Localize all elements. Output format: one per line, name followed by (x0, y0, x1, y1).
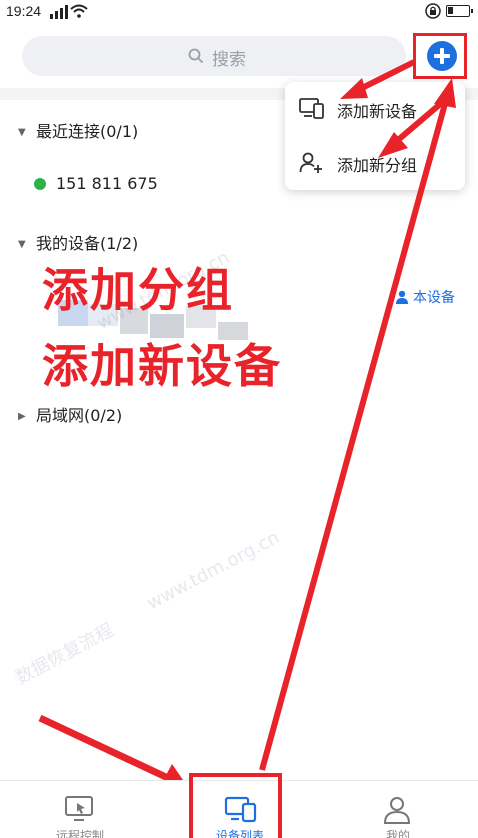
profile-icon (382, 795, 412, 829)
section-my-devices[interactable]: ▼ 我的设备(1/2) (18, 230, 138, 254)
menu-item-add-group-label: 添加新分组 (337, 156, 418, 175)
lock-icon (425, 3, 441, 23)
section-lan[interactable]: ▶ 局域网(0/2) (18, 402, 122, 426)
caret-down-icon: ▼ (18, 239, 26, 250)
menu-item-add-device-label: 添加新设备 (337, 102, 418, 121)
annotation-text-add-group: 添加分组 (42, 263, 234, 317)
battery-icon (446, 5, 473, 17)
watermark: 数据恢复流程 (12, 619, 118, 689)
watermark: www.tdm.org.cn (143, 526, 283, 615)
search-bar[interactable]: 搜索 (22, 36, 406, 76)
add-button-highlight (413, 33, 467, 79)
menu-item-add-group[interactable]: 添加新分组 (285, 136, 465, 190)
annotation-text-add-device: 添加新设备 (42, 339, 282, 393)
tab-mine[interactable]: 我的 (338, 781, 458, 838)
add-popup-menu: 添加新设备 添加新分组 (285, 82, 465, 190)
status-bar: 19:24 (0, 0, 478, 24)
plus-circle-icon[interactable] (427, 41, 457, 71)
device-list-tab-highlight (189, 773, 282, 838)
tab-remote-control-label: 远程控制 (55, 829, 104, 838)
section-my-devices-label: 我的设备(1/2) (36, 234, 139, 253)
this-device-label: 本设备 (413, 290, 455, 306)
section-lan-label: 局域网(0/2) (36, 406, 123, 425)
menu-item-add-device[interactable]: 添加新设备 (285, 82, 465, 136)
devices-icon (299, 97, 325, 123)
person-icon (395, 290, 409, 308)
remote-desktop-icon (64, 795, 96, 827)
search-placeholder: 搜索 (212, 50, 246, 70)
device-id: 151 811 675 (56, 174, 158, 193)
section-recent-connections[interactable]: ▼ 最近连接(0/1) (18, 118, 138, 142)
tab-remote-control[interactable]: 远程控制 (20, 781, 140, 838)
wifi-icon (70, 3, 88, 22)
signal-icon (50, 4, 68, 23)
search-icon (188, 48, 204, 68)
status-time: 19:24 (6, 3, 42, 19)
this-device-tag: 本设备 (395, 287, 455, 308)
section-recent-label: 最近连接(0/1) (36, 122, 139, 141)
online-status-icon (34, 178, 46, 190)
caret-right-icon: ▶ (18, 411, 26, 422)
add-user-icon (299, 151, 323, 179)
recent-device-item[interactable]: 151 811 675 (34, 174, 158, 193)
caret-down-icon: ▼ (18, 127, 26, 138)
tab-mine-label: 我的 (385, 829, 410, 838)
